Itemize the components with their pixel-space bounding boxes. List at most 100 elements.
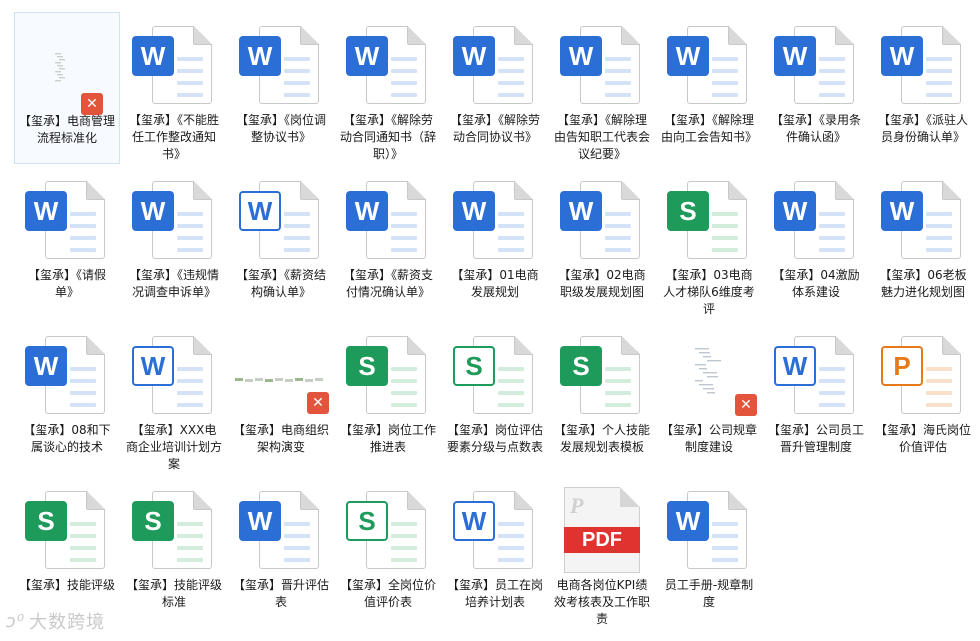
file-item[interactable]: W 【玺承】04激励体系建设 [763, 167, 869, 319]
page-line [819, 57, 845, 61]
file-item[interactable]: W 【玺承】08和下属谈心的技术 [14, 322, 120, 474]
file-item[interactable]: W 【玺承】公司员工晋升管理制度 [763, 322, 869, 474]
word-badge-icon: W [774, 36, 816, 76]
page-line [391, 212, 417, 216]
file-item[interactable]: ✕ 【玺承】电商组织架构演变 [228, 322, 334, 474]
file-item[interactable]: W 【玺承】《违规情况调查申诉单》 [121, 167, 227, 319]
file-item[interactable]: W 【玺承】《岗位调整协议书》 [228, 12, 334, 164]
file-name: 【玺承】XXX电商企业培训计划方案 [126, 423, 223, 471]
image-file-icon: ✕ [231, 326, 331, 422]
page-line [498, 558, 524, 562]
page-line [712, 69, 738, 73]
page-line [712, 558, 738, 562]
word-file-icon: W [552, 16, 652, 112]
page-line [177, 236, 203, 240]
file-item[interactable]: ✕ 【玺承】电商管理流程标准化 [14, 12, 120, 164]
file-item[interactable]: W 【玺承】02电商职级发展规划图 [549, 167, 655, 319]
page-line [391, 534, 417, 538]
file-item[interactable]: W 【玺承】《薪资结构确认单》 [228, 167, 334, 319]
file-item[interactable]: P 【玺承】海氏岗位价值评估 [870, 322, 976, 474]
page-line [177, 379, 203, 383]
file-name: 【玺承】电商管理流程标准化 [19, 114, 116, 145]
word-badge-icon: W [667, 501, 709, 541]
page-line [498, 224, 524, 228]
page-line [926, 93, 952, 97]
file-item[interactable]: W 【玺承】《解除劳动合同协议书》 [442, 12, 548, 164]
file-item[interactable]: S 【玺承】技能评级标准 [121, 477, 227, 629]
file-item[interactable]: W 【玺承】06老板魅力进化规划图 [870, 167, 976, 319]
word-badge-icon: W [774, 346, 816, 386]
file-name: 【玺承】个人技能发展规划表模板 [554, 423, 651, 454]
acrobat-icon: P [570, 493, 584, 518]
word-file-icon: W [659, 481, 759, 577]
page-line [391, 57, 417, 61]
file-item[interactable]: W 【玺承】员工在岗培养计划表 [442, 477, 548, 629]
file-item[interactable]: S 【玺承】技能评级 [14, 477, 120, 629]
pdf-label: PDF [564, 527, 640, 553]
page-line [177, 224, 203, 228]
file-item[interactable]: W 【玺承】《解除理由向工会告知书》 [656, 12, 762, 164]
file-item[interactable]: W 【玺承】XXX电商企业培训计划方案 [121, 322, 227, 474]
page-line [391, 69, 417, 73]
page-line [819, 379, 845, 383]
xmind-icon: ✕ [81, 93, 103, 115]
excel-file-icon: S [124, 481, 224, 577]
file-item[interactable]: S 【玺承】岗位评估要素分级与点数表 [442, 322, 548, 474]
file-name: 【玺承】03电商人才梯队6维度考评 [663, 268, 755, 316]
file-item[interactable]: S 【玺承】03电商人才梯队6维度考评 [656, 167, 762, 319]
page-line [926, 57, 952, 61]
page-line [70, 248, 96, 252]
file-item[interactable]: W 【玺承】01电商发展规划 [442, 167, 548, 319]
page-line [926, 69, 952, 73]
page-line [391, 558, 417, 562]
page-line [284, 69, 310, 73]
page-line [391, 379, 417, 383]
page-line [926, 81, 952, 85]
page-line [926, 379, 952, 383]
page-line [284, 57, 310, 61]
file-item[interactable]: S 【玺承】个人技能发展规划表模板 [549, 322, 655, 474]
word-badge-icon: W [239, 501, 281, 541]
page-line [284, 93, 310, 97]
page-line [712, 534, 738, 538]
file-item[interactable]: S 【玺承】岗位工作推进表 [335, 322, 441, 474]
word-file-icon: W [231, 481, 331, 577]
file-item[interactable]: S 【玺承】全岗位价值评价表 [335, 477, 441, 629]
word-badge-icon: W [132, 36, 174, 76]
file-item[interactable]: W 【玺承】《解除劳动合同通知书（辞职）》 [335, 12, 441, 164]
file-item[interactable]: W 【玺承】《录用条件确认函》 [763, 12, 869, 164]
file-name: 【玺承】晋升评估表 [233, 578, 330, 609]
watermark: ↄ⁰ 大数跨境 [6, 608, 105, 634]
word-file-icon: W [231, 171, 331, 267]
page-line [177, 522, 203, 526]
file-name: 【玺承】《请假单》 [27, 268, 106, 299]
page-line [819, 236, 845, 240]
file-item[interactable]: W 【玺承】《不能胜任工作整改通知书》 [121, 12, 227, 164]
file-item[interactable]: W 【玺承】《派驻人员身份确认单》 [870, 12, 976, 164]
excel-badge-icon: S [25, 501, 67, 541]
page-line [177, 81, 203, 85]
page-line [926, 367, 952, 371]
word-file-icon: W [124, 171, 224, 267]
word-file-icon: W [445, 16, 545, 112]
file-name: 【玺承】《解除劳动合同通知书（辞职）》 [340, 113, 437, 161]
page-line [70, 236, 96, 240]
file-name: 【玺承】《违规情况调查申诉单》 [128, 268, 219, 299]
word-badge-icon: W [560, 36, 602, 76]
file-item[interactable]: W 【玺承】《薪资支付情况确认单》 [335, 167, 441, 319]
page-line [605, 236, 631, 240]
file-item[interactable]: W 【玺承】晋升评估表 [228, 477, 334, 629]
page-line [498, 236, 524, 240]
file-item[interactable]: W 【玺承】《解除理由告知职工代表会议纪要》 [549, 12, 655, 164]
file-item[interactable]: P PDF 电商各岗位KPI绩效考核表及工作职责 [549, 477, 655, 629]
file-item[interactable]: W 员工手册-规章制度 [656, 477, 762, 629]
page-line [391, 224, 417, 228]
word-badge-icon: W [239, 36, 281, 76]
file-name: 【玺承】08和下属谈心的技术 [23, 423, 111, 454]
file-item[interactable]: ✕ 【玺承】公司规章制度建设 [656, 322, 762, 474]
page-line [605, 367, 631, 371]
word-file-icon: W [766, 171, 866, 267]
page-line [605, 57, 631, 61]
page-line [498, 93, 524, 97]
file-item[interactable]: W 【玺承】《请假单》 [14, 167, 120, 319]
